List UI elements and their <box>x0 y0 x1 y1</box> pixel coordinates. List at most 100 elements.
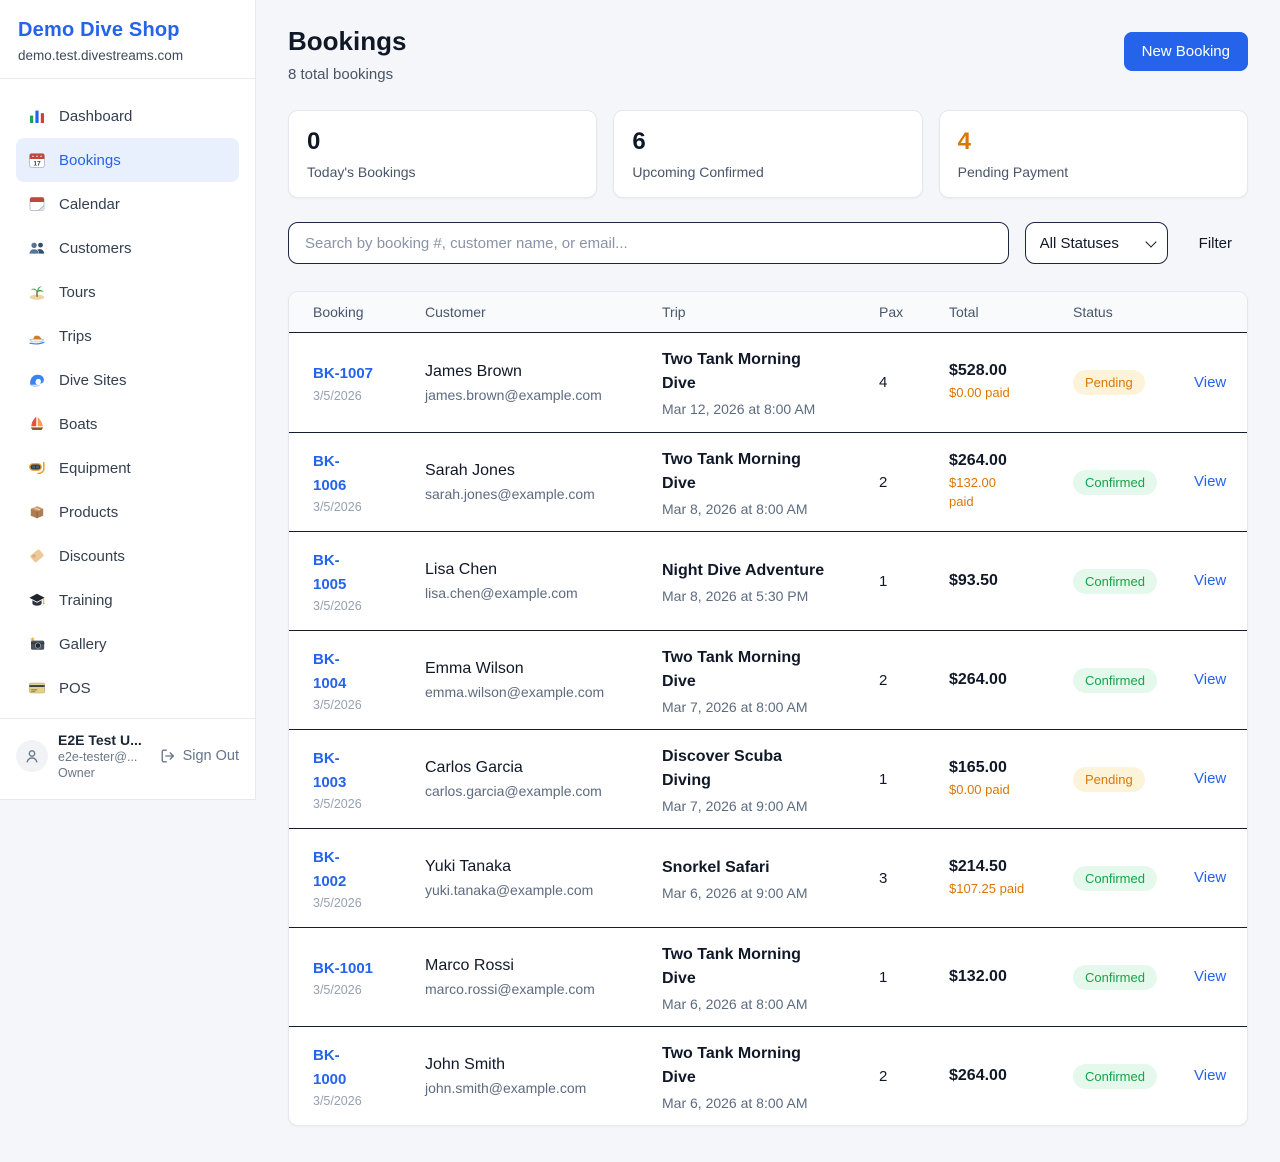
bookings-table: BookingCustomerTripPaxTotalStatus BK-100… <box>288 291 1248 1126</box>
stat-label: Today's Bookings <box>307 164 578 180</box>
status-cell: Confirmed <box>1073 470 1194 495</box>
new-booking-button[interactable]: New Booking <box>1124 32 1248 71</box>
booking-link[interactable]: BK- 1002 <box>313 846 346 893</box>
sidebar-item-tours[interactable]: Tours <box>16 270 239 314</box>
booking-link[interactable]: BK- 1000 <box>313 1044 346 1091</box>
package-icon <box>28 503 46 521</box>
view-link[interactable]: View <box>1194 869 1226 886</box>
booking-date: 3/5/2026 <box>313 389 425 403</box>
customer-email: john.smith@example.com <box>425 1080 662 1096</box>
booking-date: 3/5/2026 <box>313 698 425 712</box>
sidebar-item-products[interactable]: Products <box>16 490 239 534</box>
sign-out-label: Sign Out <box>183 748 239 764</box>
sidebar-item-discounts[interactable]: Discounts <box>16 534 239 578</box>
sidebar-item-label: Trips <box>59 328 92 345</box>
sign-out-button[interactable]: Sign Out <box>160 748 239 764</box>
user-row: E2E Test U... e2e-tester@... Owner Sign … <box>0 719 255 793</box>
total-amount: $264.00 <box>949 452 1073 470</box>
filter-button[interactable]: Filter <box>1199 235 1232 252</box>
trip-cell: Discover Scuba DivingMar 7, 2026 at 9:00… <box>662 745 879 814</box>
sidebar-item-bookings[interactable]: 17 Bookings <box>16 138 239 182</box>
status-badge: Pending <box>1073 370 1145 395</box>
actions-cell: View <box>1194 671 1227 689</box>
tag-icon <box>28 547 46 565</box>
column-header-total: Total <box>949 304 1073 320</box>
booking-link[interactable]: BK- 1004 <box>313 648 346 695</box>
sidebar-item-label: Equipment <box>59 460 131 477</box>
column-header-customer: Customer <box>425 304 662 320</box>
customer-email: carlos.garcia@example.com <box>425 783 662 799</box>
column-header-booking: Booking <box>313 304 425 320</box>
customer-name: Carlos Garcia <box>425 759 662 777</box>
trip-cell: Two Tank Morning DiveMar 12, 2026 at 8:0… <box>662 348 879 417</box>
table-row: BK- 10043/5/2026Emma Wilsonemma.wilson@e… <box>289 630 1247 729</box>
view-link[interactable]: View <box>1194 770 1226 787</box>
paid-amount: $132.00 paid <box>949 474 1073 512</box>
total-cell: $264.00 $132.00 paid <box>949 452 1073 512</box>
main-content: Bookings 8 total bookings New Booking 0T… <box>256 0 1280 1126</box>
booking-link[interactable]: BK-1001 <box>313 957 373 980</box>
trip-datetime: Mar 6, 2026 at 9:00 AM <box>662 885 879 901</box>
search-input[interactable] <box>288 222 1009 264</box>
status-badge: Confirmed <box>1073 470 1157 495</box>
booking-link[interactable]: BK- 1005 <box>313 549 346 596</box>
trip-cell: Night Dive AdventureMar 8, 2026 at 5:30 … <box>662 559 879 604</box>
sidebar-item-label: Bookings <box>59 152 121 169</box>
sidebar-item-calendar[interactable]: Calendar <box>16 182 239 226</box>
shop-name: Demo Dive Shop <box>18 19 237 42</box>
trip-cell: Two Tank Morning DiveMar 6, 2026 at 8:00… <box>662 943 879 1012</box>
stat-card-upcoming-confirmed: 6Upcoming Confirmed <box>613 110 922 198</box>
booking-link[interactable]: BK-1007 <box>313 362 373 385</box>
status-cell: Confirmed <box>1073 668 1194 693</box>
view-link[interactable]: View <box>1194 374 1226 391</box>
sidebar-item-gallery[interactable]: Gallery <box>16 622 239 666</box>
page-title-block: Bookings 8 total bookings <box>288 26 406 83</box>
view-link[interactable]: View <box>1194 572 1226 589</box>
view-link[interactable]: View <box>1194 671 1226 688</box>
total-amount: $264.00 <box>949 671 1073 689</box>
page-title: Bookings <box>288 26 406 57</box>
trip-name: Two Tank Morning Dive <box>662 448 879 496</box>
sidebar-item-boats[interactable]: Boats <box>16 402 239 446</box>
total-cell: $528.00$0.00 paid <box>949 362 1073 403</box>
sidebar-item-pos[interactable]: POS <box>16 666 239 710</box>
booking-link[interactable]: BK- 1006 <box>313 450 346 497</box>
sidebar-item-dive-sites[interactable]: Dive Sites <box>16 358 239 402</box>
table-row: BK- 10053/5/2026Lisa Chenlisa.chen@examp… <box>289 531 1247 630</box>
sidebar-item-dashboard[interactable]: Dashboard <box>16 94 239 138</box>
actions-cell: View <box>1194 869 1227 887</box>
trip-name: Two Tank Morning Dive <box>662 646 879 694</box>
stat-card-today-s-bookings: 0Today's Bookings <box>288 110 597 198</box>
booking-date: 3/5/2026 <box>313 797 425 811</box>
view-link[interactable]: View <box>1194 968 1226 985</box>
pax-cell: 1 <box>879 771 949 788</box>
table-row: BK- 10023/5/2026Yuki Tanakayuki.tanaka@e… <box>289 828 1247 927</box>
actions-cell: View <box>1194 770 1227 788</box>
stat-card-pending-payment: 4Pending Payment <box>939 110 1248 198</box>
status-filter-select[interactable]: All Statuses <box>1025 222 1168 264</box>
view-link[interactable]: View <box>1194 1067 1226 1084</box>
view-link[interactable]: View <box>1194 473 1226 490</box>
customer-name: Sarah Jones <box>425 462 662 480</box>
total-cell: $264.00 <box>949 1067 1073 1085</box>
sidebar-item-trips[interactable]: Trips <box>16 314 239 358</box>
sidebar-item-customers[interactable]: Customers <box>16 226 239 270</box>
sidebar-item-label: Customers <box>59 240 132 257</box>
calendar-date-icon: 17 <box>28 151 46 169</box>
trip-datetime: Mar 8, 2026 at 5:30 PM <box>662 588 879 604</box>
speedboat-icon <box>28 327 46 345</box>
people-icon <box>28 239 46 257</box>
sidebar-item-training[interactable]: Training <box>16 578 239 622</box>
status-badge: Confirmed <box>1073 1064 1157 1089</box>
booking-cell: BK- 10063/5/2026 <box>313 450 425 514</box>
booking-link[interactable]: BK- 1003 <box>313 747 346 794</box>
total-amount: $165.00 <box>949 759 1073 777</box>
table-row: BK- 10003/5/2026John Smithjohn.smith@exa… <box>289 1026 1247 1125</box>
total-amount: $93.50 <box>949 572 1073 590</box>
sidebar-item-equipment[interactable]: Equipment <box>16 446 239 490</box>
table-row: BK-1007 3/5/2026James Brownjames.brown@ex… <box>289 333 1247 432</box>
customer-cell: James Brownjames.brown@example.com <box>425 363 662 403</box>
credit-card-icon <box>28 679 46 697</box>
table-body: BK-10073/5/2026James Brownjames.brown@ex… <box>289 333 1247 1125</box>
sidebar-item-label: Boats <box>59 416 97 433</box>
